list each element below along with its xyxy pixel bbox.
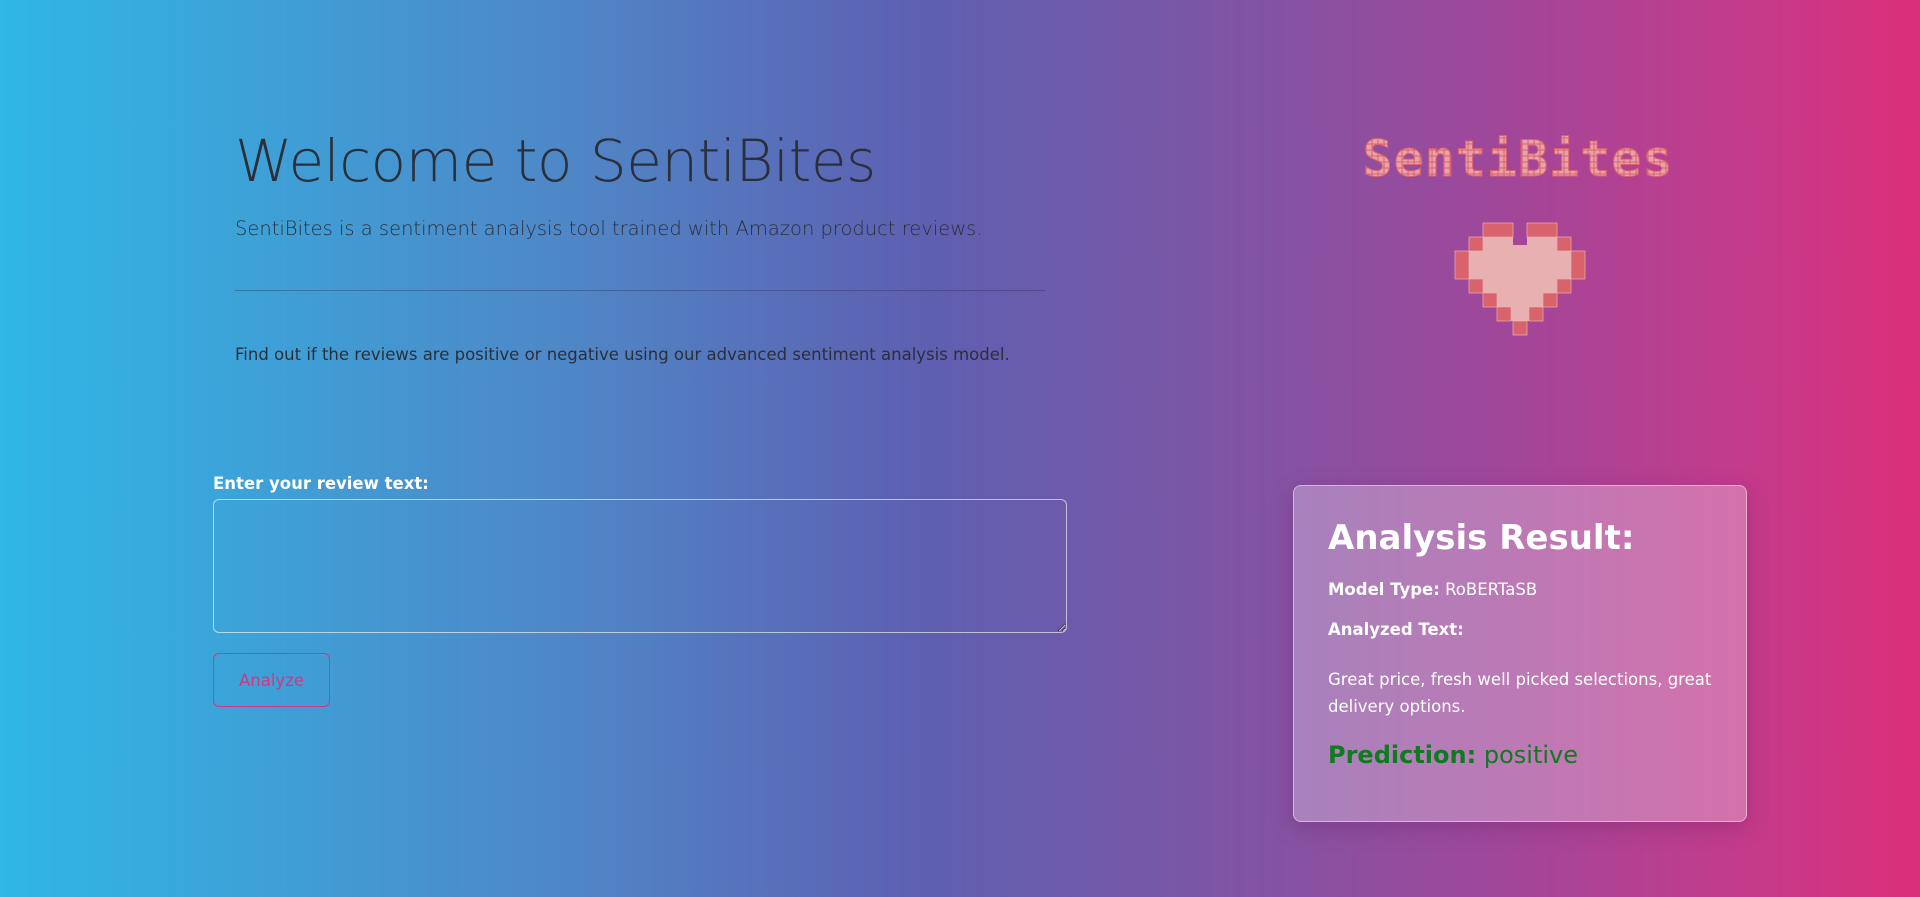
page-title: Welcome to SentiBites — [235, 127, 876, 195]
prediction-label: Prediction: — [1328, 741, 1477, 769]
prediction-value: positive — [1483, 741, 1578, 769]
prediction-row: Prediction: positive — [1328, 738, 1712, 772]
hero-section: Welcome to SentiBites SentiBites is a se… — [235, 120, 1045, 367]
model-type-row: Model Type: RoBERTaSB — [1328, 578, 1712, 602]
analyzed-text-value: Great price, fresh well picked selection… — [1328, 670, 1712, 716]
result-title: Analysis Result: — [1328, 518, 1635, 558]
analyzed-text-label: Analyzed Text: — [1328, 618, 1712, 642]
analyzed-text-heading: Analyzed Text: — [1328, 620, 1464, 639]
divider — [235, 290, 1045, 291]
pixel-heart-icon — [1454, 222, 1586, 336]
review-form: Enter your review text: Analyze — [213, 474, 1067, 707]
review-textarea[interactable] — [213, 499, 1067, 633]
logo-graphic: SentiBites — [1362, 130, 1673, 336]
analysis-result-card: Analysis Result: Model Type: RoBERTaSB A… — [1293, 485, 1747, 822]
analyze-button[interactable]: Analyze — [213, 653, 330, 707]
hero-description: Find out if the reviews are positive or … — [235, 345, 1010, 364]
logo: SentiBites — [1300, 120, 1740, 360]
model-type-value: RoBERTaSB — [1445, 580, 1538, 599]
logo-wordmark: SentiBites — [1362, 130, 1673, 188]
review-input-label: Enter your review text: — [213, 474, 429, 493]
model-type-label: Model Type: — [1328, 580, 1440, 599]
hero-lead: SentiBites is a sentiment analysis tool … — [235, 217, 983, 240]
